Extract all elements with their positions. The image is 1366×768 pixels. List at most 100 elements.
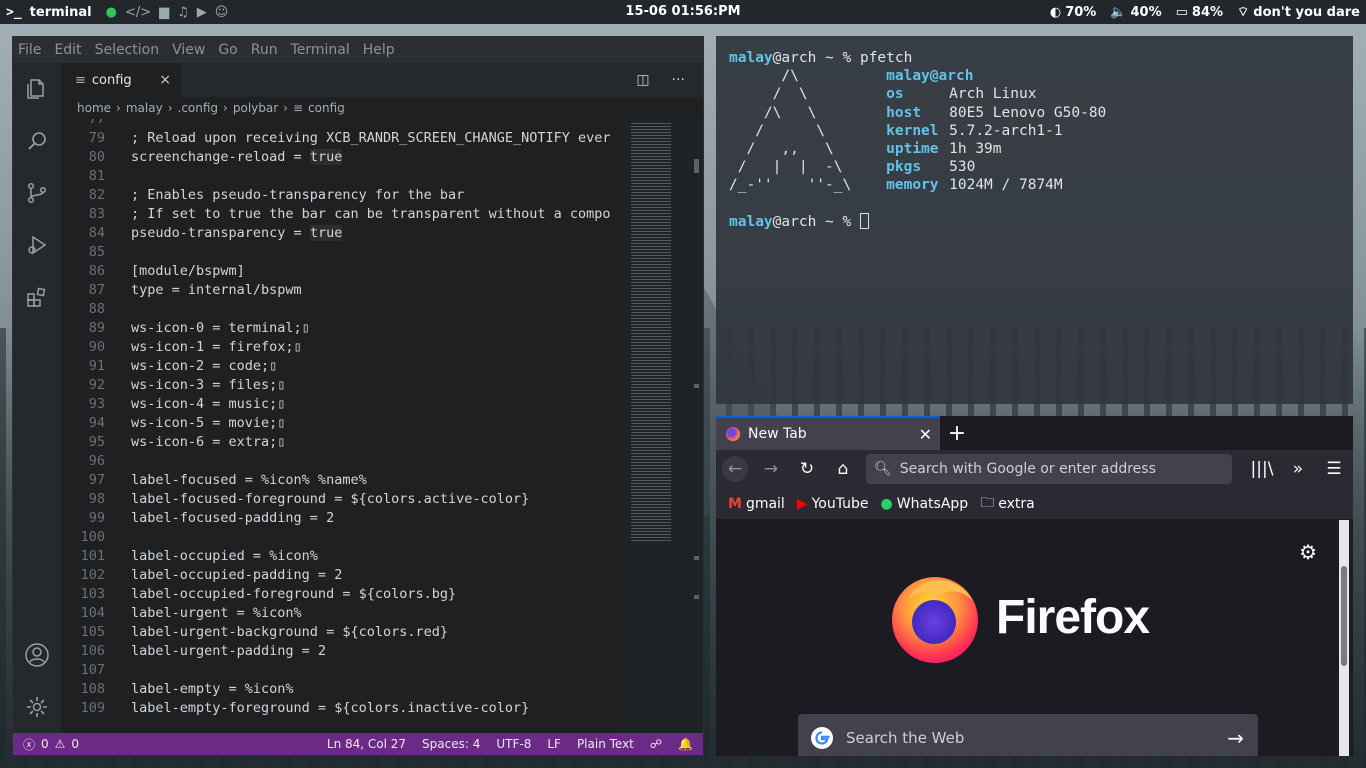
warning-count: 0 <box>71 737 80 751</box>
breadcrumb: home › malay › .config › polybar › ≡ config <box>61 97 703 119</box>
reload-icon[interactable]: ↻ <box>794 456 820 482</box>
code-line: 82 ; Enables pseudo-transparency for the … <box>61 186 623 205</box>
more-actions-icon[interactable]: ··· <box>672 72 685 88</box>
bookmark-folder-extra[interactable]: 🗀 extra <box>980 492 1034 516</box>
prompt-host: @arch ~ % <box>772 213 860 230</box>
chevron-right-icon: › <box>116 101 121 115</box>
line-number: 97 <box>88 472 105 488</box>
settings-gear-icon[interactable] <box>13 681 61 733</box>
encoding[interactable]: UTF-8 <box>496 737 531 751</box>
menu-item-terminal[interactable]: Terminal <box>291 42 350 58</box>
menu-item-file[interactable]: File <box>18 42 41 58</box>
new-tab-button[interactable]: + <box>940 416 974 450</box>
line-content: ws-icon-0 = terminal;▯ <box>131 320 310 336</box>
menu-bar: File Edit Selection View Go Run Terminal Help <box>13 37 703 63</box>
search-icon: 🔍︎ <box>874 461 892 477</box>
breadcrumb-item[interactable]: .config <box>178 101 219 115</box>
wifi-indicator[interactable]: ⌔ don't you dare <box>1237 4 1360 21</box>
hamburger-menu-icon[interactable]: ☰ <box>1321 456 1347 482</box>
code-line: 97 label-focused = %icon% %name% <box>61 471 623 490</box>
library-icon[interactable]: |||\ <box>1249 456 1275 482</box>
line-content: [module/bspwm] <box>131 263 245 279</box>
breadcrumb-item[interactable]: malay <box>126 101 163 115</box>
code-line: 81 <box>61 167 623 186</box>
menu-item-selection[interactable]: Selection <box>95 42 160 58</box>
cursor-position[interactable]: Ln 84, Col 27 <box>327 737 406 751</box>
address-bar[interactable]: 🔍︎ Search with Google or enter address <box>866 454 1232 484</box>
source-control-icon[interactable] <box>13 167 61 219</box>
line-content: label-occupied = %icon% <box>131 548 318 564</box>
pfetch-line: /\ malay@arch <box>729 67 1340 85</box>
code-line: 109 label-empty-foreground = ${colors.ina… <box>61 699 623 718</box>
home-icon[interactable]: ⌂ <box>830 456 856 482</box>
tab-close-icon[interactable]: × <box>159 72 171 88</box>
menu-item-view[interactable]: View <box>172 42 205 58</box>
split-editor-icon[interactable]: ◫ <box>636 72 649 88</box>
forward-arrow-icon[interactable]: → <box>758 456 784 482</box>
pfetch-key: uptime <box>886 140 939 157</box>
search-icon[interactable] <box>13 115 61 167</box>
minimap-lines <box>631 123 671 543</box>
pfetch-line: / \ kernel 5.7.2-arch1-1 <box>729 122 1340 140</box>
extensions-icon[interactable] <box>13 271 61 323</box>
line-number: 81 <box>88 168 105 184</box>
language-mode[interactable]: Plain Text <box>577 737 634 751</box>
tab-new-tab[interactable]: New Tab ✕ <box>716 416 940 450</box>
volume-indicator[interactable]: 🔈 40% <box>1110 5 1161 20</box>
workspace-code-icon[interactable]: </> <box>125 5 151 20</box>
workspace-files-icon[interactable]: ▆ <box>159 5 169 20</box>
code-line: 99 label-focused-padding = 2 <box>61 509 623 528</box>
minimap-scrollbar[interactable] <box>694 159 699 173</box>
workspace-movie-icon[interactable]: ▶ <box>197 5 207 20</box>
explorer-icon[interactable] <box>13 63 61 115</box>
indentation[interactable]: Spaces: 4 <box>422 737 480 751</box>
tab-close-icon[interactable]: ✕ <box>919 425 932 444</box>
menu-item-run[interactable]: Run <box>251 42 278 58</box>
breadcrumb-item[interactable]: polybar <box>233 101 278 115</box>
code-line: 88 <box>61 300 623 319</box>
breadcrumb-item[interactable]: config <box>308 101 345 115</box>
web-search-box[interactable]: Search the Web → <box>798 714 1258 756</box>
settings-gear-icon[interactable]: ⚙ <box>1299 540 1317 564</box>
workspace-list: >_ terminal ● </> ▆ ♫ ▶ ☺ <box>6 5 228 20</box>
line-number: 90 <box>88 339 105 355</box>
search-arrow-icon[interactable]: → <box>1227 726 1244 750</box>
workspace-firefox-icon[interactable]: ● <box>106 5 117 20</box>
bookmarks-toolbar: Mgmail ▶ YouTube ● WhatsApp 🗀 extra <box>716 488 1353 520</box>
brightness-indicator[interactable]: ◐ 70% <box>1050 5 1096 20</box>
minimap[interactable] <box>623 119 703 733</box>
terminal-window[interactable]: malay@arch ~ % pfetch /\ malay@arch / \ … <box>716 36 1353 404</box>
line-number: 101 <box>80 548 105 564</box>
breadcrumb-item[interactable]: home <box>77 101 111 115</box>
feedback-icon[interactable]: ☍ <box>650 737 662 751</box>
firefox-wordmark: Firefox <box>996 590 1150 644</box>
tab-config[interactable]: ≡ config × <box>61 63 181 97</box>
workspace-extra-icon[interactable]: ☺ <box>215 5 229 20</box>
back-arrow-icon[interactable]: ← <box>722 456 748 482</box>
whatsapp-icon: ● <box>880 495 893 512</box>
menu-item-help[interactable]: Help <box>363 42 395 58</box>
folder-icon: 🗀 <box>980 494 995 511</box>
page-scrollbar[interactable] <box>1339 520 1349 756</box>
pfetch-value: Arch Linux <box>949 86 1037 103</box>
bookmark-gmail[interactable]: Mgmail <box>728 496 785 512</box>
overflow-chevron-icon[interactable]: » <box>1285 456 1311 482</box>
status-bar: ⓧ 0 ⚠ 0 Ln 84, Col 27 Spaces: 4 UTF-8 LF… <box>13 733 703 755</box>
workspace-music-icon[interactable]: ♫ <box>177 5 189 20</box>
menu-item-edit[interactable]: Edit <box>54 42 81 58</box>
ascii-art: /\ <box>729 68 852 85</box>
run-debug-icon[interactable] <box>13 219 61 271</box>
code-line: 94 ws-icon-5 = movie;▯ <box>61 414 623 433</box>
youtube-icon: ▶ <box>796 495 808 512</box>
problems-indicator[interactable]: ⓧ 0 ⚠ 0 <box>23 736 79 753</box>
notifications-bell-icon[interactable]: 🔔 <box>678 737 693 751</box>
bookmark-youtube[interactable]: ▶ YouTube <box>797 496 869 512</box>
gmail-icon: M <box>728 495 742 512</box>
menu-item-go[interactable]: Go <box>218 42 237 58</box>
account-icon[interactable] <box>13 629 61 681</box>
code-editor[interactable]: 777879; Reload upon receiving XCB_RANDR_… <box>61 119 623 733</box>
bookmark-whatsapp[interactable]: ● WhatsApp <box>881 496 969 512</box>
terminal-cursor <box>859 212 869 229</box>
line-ending[interactable]: LF <box>547 737 561 751</box>
minimap-marker-3 <box>694 595 699 599</box>
